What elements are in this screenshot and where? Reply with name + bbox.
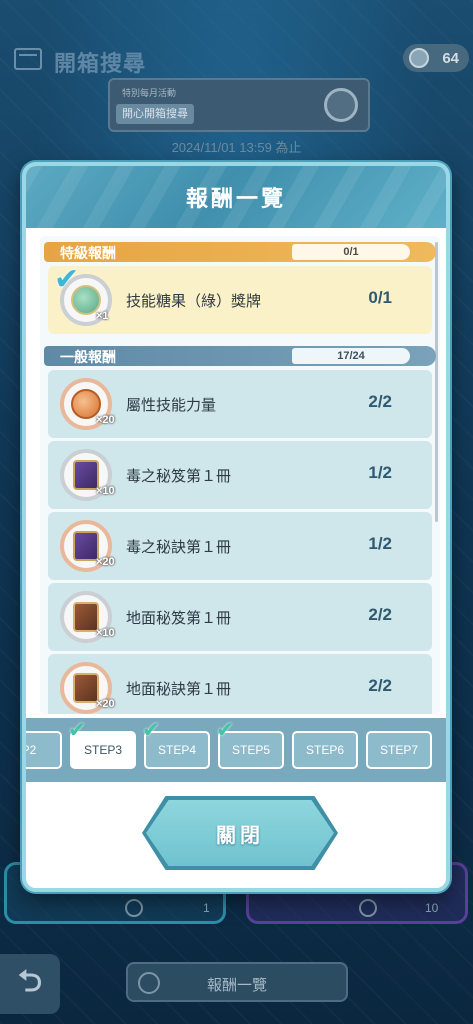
- tab-step2[interactable]: P2: [22, 731, 62, 769]
- tab-step3[interactable]: ✔ STEP3: [68, 717, 136, 769]
- tab-label: STEP3: [83, 743, 122, 757]
- section-label: 一般報酬: [60, 349, 116, 365]
- close-button[interactable]: 關閉: [146, 800, 334, 866]
- close-button-label: 關閉: [216, 824, 264, 847]
- bottom-card-right-value: 10: [425, 901, 439, 915]
- step-tabs: P2 ✔ STEP3 ✔ STEP4 ✔ STEP5 STEP6 STEP7: [26, 717, 446, 782]
- background-title: 開箱搜尋: [54, 51, 147, 76]
- reward-progress: 0/1: [368, 288, 392, 307]
- section-label: 特級報酬: [60, 245, 116, 261]
- general-rewards-header: 一般報酬 17/24: [44, 346, 436, 366]
- rewards-list[interactable]: 特級報酬 0/1 ✔ ×1 技能糖果（綠）獎牌 0/1 一般報酬 17/24 ×…: [40, 236, 440, 714]
- reward-qty: ×20: [96, 556, 115, 568]
- event-banner-subtitle: 特別每月活動: [122, 88, 177, 98]
- event-icon: [324, 88, 358, 122]
- event-banner: 特別每月活動 開心開箱搜尋: [108, 78, 370, 132]
- tab-step7[interactable]: STEP7: [366, 731, 432, 769]
- reward-qty: ×10: [96, 627, 115, 639]
- section-count: 17/24: [292, 348, 410, 364]
- reward-progress: 2/2: [368, 392, 392, 411]
- scrollbar[interactable]: [435, 242, 438, 522]
- box-icon: [14, 48, 42, 70]
- reward-progress: 2/2: [368, 605, 392, 624]
- coin-icon: [409, 48, 429, 68]
- tab-step6[interactable]: STEP6: [292, 731, 358, 769]
- modal-footer: 關閉: [26, 782, 446, 888]
- event-end-date: 2024/11/01 13:59 為止: [171, 140, 302, 155]
- reward-name: 技能糖果（綠）獎牌: [126, 293, 262, 310]
- list-item: ×20 地面秘訣第１冊 2/2: [48, 654, 432, 714]
- currency-counter: 64: [403, 44, 469, 72]
- currency-value: 64: [442, 49, 459, 67]
- check-icon: ✔: [68, 717, 87, 742]
- reward-qty: ×10: [96, 485, 115, 497]
- back-arrow-icon: ⮌: [17, 964, 43, 998]
- footer-rewards-button[interactable]: 報酬一覽: [126, 962, 348, 1002]
- tab-label: STEP4: [157, 743, 196, 757]
- coin-icon: [125, 899, 143, 917]
- bottom-card-left-value: 1: [203, 901, 210, 915]
- reward-progress: 2/2: [368, 676, 392, 695]
- list-item: ✔ ×1 技能糖果（綠）獎牌 0/1: [48, 263, 432, 334]
- tab-label: STEP6: [305, 743, 344, 757]
- reward-qty: ×20: [96, 414, 115, 426]
- reward-progress: 1/2: [368, 463, 392, 482]
- reward-qty: ×1: [96, 310, 109, 322]
- special-rewards-header: 特級報酬 0/1: [44, 242, 436, 262]
- check-icon: ✔: [54, 263, 80, 296]
- section-count: 0/1: [292, 244, 410, 260]
- tab-step5[interactable]: ✔ STEP5: [216, 717, 284, 769]
- reward-qty: ×20: [96, 698, 115, 710]
- list-item: ×20 屬性技能力量 2/2: [48, 370, 432, 438]
- reward-name: 毒之秘訣第１冊: [126, 539, 232, 556]
- background-header: 開箱搜尋 64: [0, 36, 473, 84]
- reward-name: 地面秘笈第１冊: [126, 610, 232, 627]
- list-item: ×10 毒之秘笈第１冊 1/2: [48, 441, 432, 509]
- reward-name: 毒之秘笈第１冊: [126, 468, 232, 485]
- list-item: ×10 地面秘笈第１冊 2/2: [48, 583, 432, 651]
- list-item: ×20 毒之秘訣第１冊 1/2: [48, 512, 432, 580]
- tab-label: STEP5: [231, 743, 270, 757]
- coin-icon: [359, 899, 377, 917]
- reward-progress: 1/2: [368, 534, 392, 553]
- modal-title: 報酬一覽: [185, 186, 286, 211]
- check-icon: ✔: [142, 717, 161, 742]
- rewards-modal: 報酬一覽 特級報酬 0/1 ✔ ×1 技能糖果（綠）獎牌 0/1 一般報酬 17…: [22, 162, 450, 892]
- reward-name: 地面秘訣第１冊: [126, 681, 232, 698]
- check-icon: ✔: [216, 717, 235, 742]
- event-banner-title: 開心開箱搜尋: [116, 104, 194, 124]
- tab-label: STEP7: [379, 743, 418, 757]
- footer-rewards-label: 報酬一覽: [206, 977, 267, 994]
- tab-label: P2: [22, 743, 37, 757]
- back-button[interactable]: ⮌: [0, 954, 60, 1014]
- modal-header: 報酬一覽: [26, 166, 446, 228]
- reward-name: 屬性技能力量: [126, 397, 217, 414]
- tab-step4[interactable]: ✔ STEP4: [142, 717, 210, 769]
